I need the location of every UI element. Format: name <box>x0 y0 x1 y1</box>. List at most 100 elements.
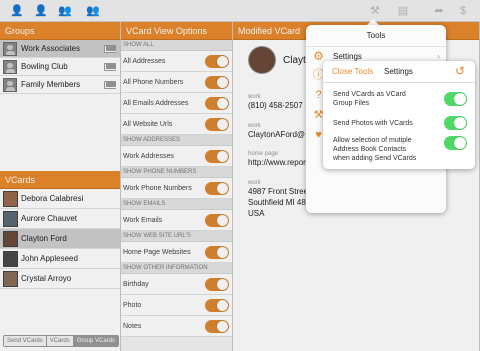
field-value[interactable]: (810) 458-2507 <box>248 100 303 111</box>
vcard-item-label: Crystal Arroyo <box>21 274 72 283</box>
settings-header: Close Tools Settings ↺ <box>323 61 475 83</box>
avatar <box>3 191 18 207</box>
tools-icon[interactable]: ⚒ <box>368 4 382 18</box>
option-toggle[interactable] <box>205 214 229 227</box>
view-options-column: VCard View Options SHOW ALL All Addresse… <box>121 22 233 351</box>
setting-label: when adding Send VCards <box>333 155 417 162</box>
option-toggle[interactable] <box>205 97 229 110</box>
vcard-item-aurore-chauvet[interactable]: Aurore Chauvet <box>0 209 120 229</box>
tab-group-vcards[interactable]: Group VCards <box>73 336 119 346</box>
multiple-selection-toggle[interactable] <box>444 136 467 150</box>
detail-field-email: work ClaytonAFord@ <box>248 123 305 140</box>
tools-title: Tools <box>366 31 386 40</box>
option-toggle[interactable] <box>205 182 229 195</box>
option-row: All Website Urls <box>121 114 232 135</box>
settings-popover: Close Tools Settings ↺ Send VCards as VC… <box>323 61 475 169</box>
vcard-item-debora-calabresi[interactable]: Debora Calabresi <box>0 189 120 209</box>
share-icon[interactable]: ➦ <box>432 4 446 18</box>
vcard-item-clayton-ford[interactable]: Clayton Ford <box>0 229 120 249</box>
section-header: SHOW ALL <box>121 40 232 51</box>
group-item-label: Bowling Club <box>21 62 68 71</box>
option-label: Birthday <box>123 281 149 288</box>
section-header: SHOW ADDRESSES <box>121 135 232 146</box>
view-options-header: VCard View Options <box>121 22 232 40</box>
group-icon <box>3 78 17 92</box>
contact-photo <box>248 46 276 74</box>
option-row: Photo <box>121 295 232 316</box>
option-row: Work Addresses <box>121 146 232 167</box>
section-header: SHOW EMAILS <box>121 199 232 210</box>
group-item-label: Family Members <box>21 80 81 89</box>
option-label: Photo <box>123 302 142 309</box>
vcard-item-john-appleseed[interactable]: John Appleseed <box>0 249 120 269</box>
option-toggle[interactable] <box>205 320 229 333</box>
option-toggle[interactable] <box>205 76 229 89</box>
option-label: Work Phone Numbers <box>123 185 192 192</box>
avatar <box>3 251 18 267</box>
bottom-segmented-control: Send VCards VCards Group VCards <box>3 335 120 347</box>
tab-send-vcards[interactable]: Send VCards <box>4 336 47 346</box>
option-toggle[interactable] <box>205 299 229 312</box>
mail-icon[interactable] <box>104 45 116 53</box>
groups-column: Groups Work Associates Bowling Club Fami… <box>0 22 121 351</box>
avatar <box>3 231 18 247</box>
avatar <box>3 211 18 227</box>
group-icon <box>3 42 17 56</box>
option-row: Notes <box>121 316 232 337</box>
mail-icon[interactable] <box>104 81 116 89</box>
section-header: SHOW OTHER INFORMATION <box>121 263 232 274</box>
option-row: Home Page Websites <box>121 242 232 263</box>
option-label: All Emails Addresses <box>123 100 189 107</box>
detail-field-phone: work (810) 458-2507 <box>248 94 303 111</box>
option-toggle[interactable] <box>205 246 229 259</box>
history-icon[interactable]: ↺ <box>453 64 467 78</box>
chevron-right-icon: › <box>437 51 440 61</box>
option-toggle[interactable] <box>205 118 229 131</box>
group-item-family-members[interactable]: Family Members <box>0 76 120 94</box>
option-label: Home Page Websites <box>123 249 191 256</box>
send-vcards-as-group-toggle[interactable] <box>444 92 467 106</box>
option-row: Work Emails <box>121 210 232 231</box>
vcard-icon[interactable]: ▤ <box>394 4 412 18</box>
vcard-item-crystal-arroyo[interactable]: Crystal Arroyo <box>0 269 120 289</box>
option-toggle[interactable] <box>205 55 229 68</box>
option-row: All Phone Numbers <box>121 72 232 93</box>
option-toggle[interactable] <box>205 150 229 163</box>
group-item-label: Work Associates <box>21 44 80 53</box>
option-label: All Addresses <box>123 58 166 65</box>
vcard-item-label: Debora Calabresi <box>21 194 84 203</box>
person-icon[interactable]: 👤 <box>34 4 48 18</box>
tools-item-label: Settings <box>333 52 362 61</box>
option-row: All Emails Addresses <box>121 93 232 114</box>
option-row: Work Phone Numbers <box>121 178 232 199</box>
dollar-icon[interactable]: $ <box>456 4 470 18</box>
add-group-icon[interactable]: 👥 <box>86 4 100 18</box>
vcard-list: Debora Calabresi Aurore Chauvet Clayton … <box>0 189 120 289</box>
contact-name: Clayt <box>283 55 306 66</box>
option-toggle[interactable] <box>205 278 229 291</box>
groups-header: Groups <box>0 22 120 40</box>
tab-vcards[interactable]: VCards <box>46 336 74 346</box>
option-label: Work Emails <box>123 217 163 224</box>
mail-icon[interactable] <box>104 63 116 71</box>
option-label: Notes <box>123 323 142 330</box>
add-person-icon[interactable]: 👤 <box>10 4 24 18</box>
section-header: SHOW WEB SITE URL'S <box>121 231 232 242</box>
send-photos-toggle[interactable] <box>444 116 467 130</box>
top-toolbar: 👤 👤 👥 👥 ⚒ ▤ ➦ $ <box>0 0 480 22</box>
option-row: Birthday <box>121 274 232 295</box>
group-icon[interactable]: 👥 <box>58 4 72 18</box>
settings-title: Settings <box>384 67 413 76</box>
option-label: Work Addresses <box>123 153 174 160</box>
group-item-bowling-club[interactable]: Bowling Club <box>0 58 120 76</box>
group-icon <box>3 60 17 74</box>
avatar <box>3 271 18 287</box>
field-value[interactable]: ClaytonAFord@ <box>248 129 305 140</box>
option-label: All Website Urls <box>123 121 173 128</box>
section-header: SHOW PHONE NUMBERS <box>121 167 232 178</box>
close-tools-button[interactable]: Close Tools <box>332 67 373 76</box>
vcard-item-label: Aurore Chauvet <box>21 214 78 223</box>
option-label: All Phone Numbers <box>123 79 184 86</box>
vcard-item-label: Clayton Ford <box>21 234 67 243</box>
group-item-work-associates[interactable]: Work Associates <box>0 40 120 58</box>
